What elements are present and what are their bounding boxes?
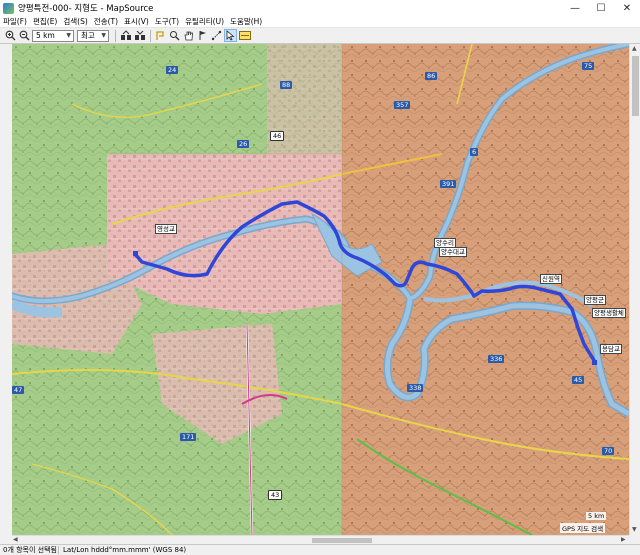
place-label[interactable]: 양수대교 [439, 247, 467, 257]
toolbar-separator [150, 29, 151, 42]
select-tool-icon[interactable] [224, 29, 237, 42]
menu-help[interactable]: 도움말(H) [230, 16, 262, 27]
menu-search[interactable]: 검색(S) [63, 16, 87, 27]
chevron-down-icon: ▼ [66, 31, 71, 39]
menu-view[interactable]: 표시(V) [124, 16, 149, 27]
menu-tools[interactable]: 도구(T) [155, 16, 179, 27]
menu-utilities[interactable]: 유틸리티(U) [185, 16, 224, 27]
menu-bar: 파일(F) 편집(E) 검색(S) 전송(T) 표시(V) 도구(T) 유틸리티… [0, 16, 640, 28]
chevron-down-icon: ▼ [101, 31, 106, 39]
send-to-device-icon[interactable] [119, 29, 132, 42]
road-shield: 338 [407, 384, 424, 392]
menu-file[interactable]: 파일(F) [3, 16, 27, 27]
road-shield: 336 [488, 355, 505, 363]
road-shield: 391 [440, 180, 457, 188]
measure-tool-icon[interactable] [210, 29, 223, 42]
scroll-right-icon[interactable]: ▶ [621, 536, 626, 543]
detail-level-select[interactable]: 최고 ▼ [77, 29, 109, 42]
scroll-left-icon[interactable]: ◀ [13, 536, 18, 543]
vertical-scroll-thumb[interactable] [632, 56, 639, 116]
minimize-button[interactable]: — [562, 0, 588, 16]
zoom-level-select[interactable]: 5 km ▼ [32, 29, 74, 42]
toolbar: 5 km ▼ 최고 ▼ [0, 28, 640, 44]
detail-level-value: 최고 [81, 31, 95, 40]
status-bar: 0개 항목이 선택됨 Lat/Lon hddd°mm.mmm' (WGS 84) [0, 544, 640, 555]
road-shield: 47 [12, 386, 25, 394]
left-margin [0, 44, 12, 544]
horizontal-scrollbar[interactable]: ◀ ▶ [12, 535, 629, 544]
toolbar-separator [115, 29, 116, 42]
zoom-out-icon[interactable] [18, 29, 31, 42]
zoom-level-value: 5 km [36, 31, 55, 40]
menu-edit[interactable]: 편집(E) [33, 16, 57, 27]
scroll-down-icon[interactable]: ▼ [632, 526, 637, 533]
scroll-up-icon[interactable]: ▲ [632, 45, 637, 52]
road-shield: 26 [237, 140, 250, 148]
place-label[interactable]: 양평생활체 [592, 308, 626, 318]
route-tool-icon[interactable] [154, 29, 167, 42]
place-label[interactable]: 용담교 [600, 344, 622, 354]
road-shield: 75 [582, 62, 595, 70]
road-shield: 88 [280, 81, 293, 89]
window-title: 양평특전-000- 지형도 - MapSource [18, 4, 154, 14]
road-shield: 45 [572, 376, 585, 384]
road-shield: 357 [394, 101, 411, 109]
zoom-in-icon[interactable] [4, 29, 17, 42]
road-shield: 171 [180, 433, 197, 441]
place-label[interactable]: 신원역 [540, 274, 562, 284]
map-view[interactable]: 75 88 357 86 46 26 6 391 45 336 338 70 4… [12, 44, 629, 535]
road-shield: 70 [602, 447, 615, 455]
road-shield: 46 [270, 131, 285, 141]
title-bar: 양평특전-000- 지형도 - MapSource — ☐ ✕ [0, 0, 640, 16]
horizontal-scroll-thumb[interactable] [312, 538, 372, 543]
road-shield: 86 [425, 72, 438, 80]
mapsource-app-icon [3, 2, 14, 14]
topographic-map [12, 44, 629, 535]
close-button[interactable]: ✕ [614, 0, 640, 16]
map-attribution: GPS 지도 검색 [560, 523, 606, 533]
hand-tool-icon[interactable] [182, 29, 195, 42]
coordinate-format: Lat/Lon hddd°mm.mmm' (WGS 84) [58, 546, 186, 554]
map-legend-icon[interactable] [238, 29, 251, 42]
flag-tool-icon[interactable] [196, 29, 209, 42]
selection-status: 0개 항목이 선택됨 [3, 546, 57, 554]
vertical-scrollbar[interactable]: ▲ ▼ [629, 44, 640, 535]
receive-from-device-icon[interactable] [133, 29, 146, 42]
menu-transfer[interactable]: 전송(T) [94, 16, 118, 27]
place-label[interactable]: 영성교 [155, 224, 177, 234]
road-shield: 24 [166, 66, 179, 74]
map-scale-label: 5 km [586, 512, 607, 520]
place-label[interactable]: 양평군 [584, 295, 606, 305]
maximize-button[interactable]: ☐ [588, 0, 614, 16]
road-shield: 43 [268, 490, 283, 500]
road-shield: 6 [470, 148, 479, 156]
zoom-tool-icon[interactable] [168, 29, 181, 42]
